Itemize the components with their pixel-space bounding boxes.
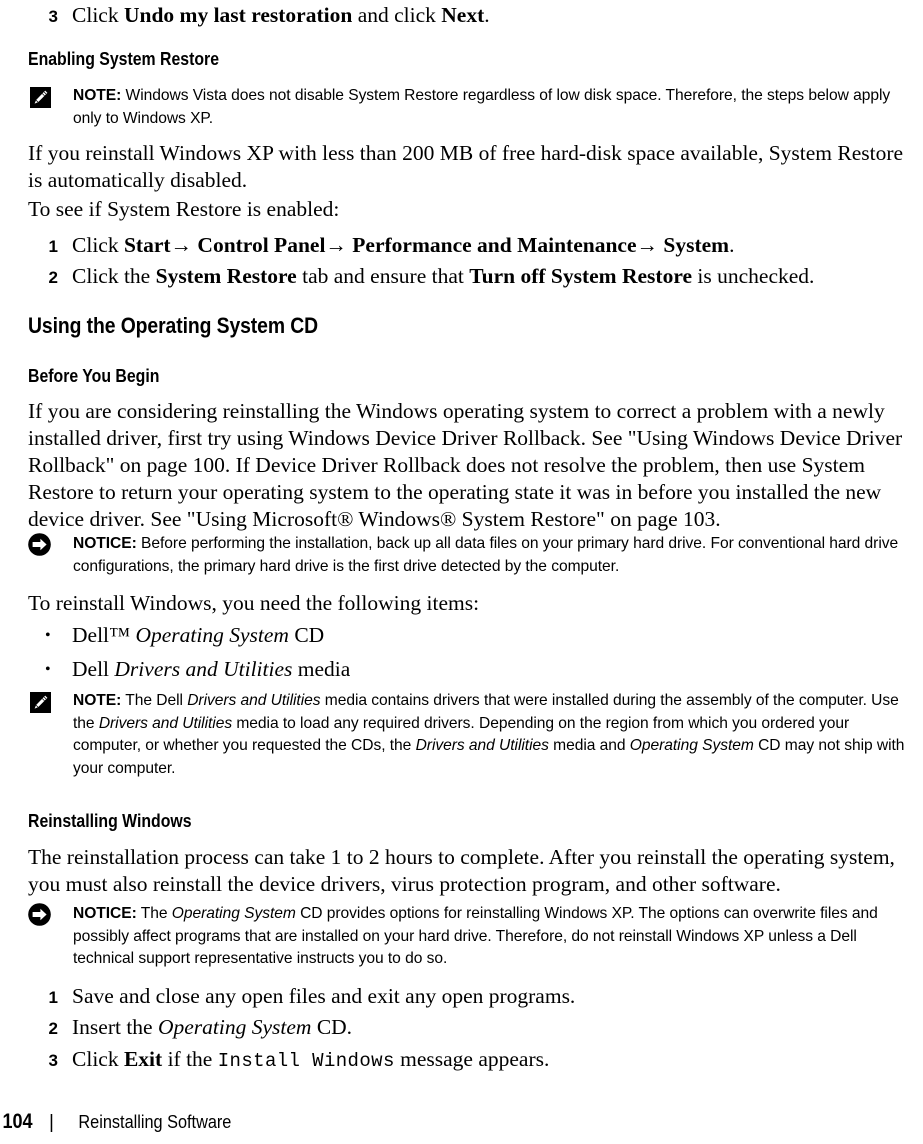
step-text: Insert the Operating System CD.: [72, 1014, 919, 1041]
note-italic-3: Drivers and Utilities: [415, 737, 549, 754]
note-block-vista: NOTE: Windows Vista does not disable Sys…: [28, 85, 921, 130]
footer-separator: |: [49, 1112, 54, 1133]
step-text-mid: if the: [162, 1047, 218, 1071]
bullet-italic-drivers: Drivers and Utilities: [114, 657, 293, 681]
step-text-pre: Click: [72, 1047, 124, 1071]
note-italic-1: Drivers and Utilities: [187, 692, 321, 709]
step-number: 2: [48, 1019, 58, 1038]
step-bold-menu-path: Start→ Control Panel→ Performance and Ma…: [123, 233, 730, 257]
step-text-post: is unchecked.: [692, 264, 815, 288]
step-text-post: CD.: [311, 1015, 353, 1039]
step-click-exit: 3 Click Exit if the Install Windows mess…: [28, 1046, 919, 1075]
footer-section-title: Reinstalling Software: [78, 1111, 232, 1132]
step-text-post: .: [484, 3, 490, 27]
step-text: Click Start→ Control Panel→ Performance …: [72, 232, 919, 259]
step-bold-exit: Exit: [123, 1047, 163, 1071]
paragraph-reinstallation-process: The reinstallation process can take 1 to…: [28, 845, 895, 896]
paragraph-before-you-begin: If you are considering reinstalling the …: [28, 399, 903, 531]
step-text: Click Exit if the Install Windows messag…: [72, 1046, 919, 1075]
bullet-text-pre: Dell™: [72, 623, 136, 647]
paragraph-reinstall-xp: If you reinstall Windows XP with less th…: [28, 141, 904, 192]
bullet-text-post: CD: [288, 623, 325, 647]
step-bold-next: Next: [441, 3, 485, 27]
notice-text: NOTICE: The Operating System CD provides…: [73, 903, 921, 971]
list-item-text: Dell™ Operating System CD: [72, 622, 919, 649]
paragraph-to-reinstall-windows: To reinstall Windows, you need the follo…: [28, 591, 480, 615]
heading-using-operating-system-cd: Using the Operating System CD: [28, 313, 319, 338]
step-bold-turn-off: Turn off System Restore: [469, 264, 693, 288]
note-pencil-icon: [30, 87, 51, 108]
step-text-pre: Click the: [72, 264, 156, 288]
note-italic-4: Operating System: [629, 737, 754, 754]
heading-before-you-begin: Before You Begin: [28, 366, 160, 386]
notice-block-backup: NOTICE: Before performing the installati…: [28, 533, 921, 578]
bullet-text-pre: Dell: [72, 657, 115, 681]
step-undo-my-last-restoration: 3 Click Undo my last restoration and cli…: [28, 2, 919, 29]
step-text: Click the System Restore tab and ensure …: [72, 263, 919, 290]
note-block-drivers: NOTE: The Dell Drivers and Utilities med…: [28, 690, 921, 780]
notice-label: NOTICE:: [73, 905, 137, 922]
note-text-4: media and: [548, 737, 630, 754]
notice-label: NOTICE:: [73, 535, 137, 552]
notice-text: NOTICE: Before performing the installati…: [73, 533, 921, 578]
document-page: 3 Click Undo my last restoration and cli…: [0, 0, 923, 1144]
notice-arrow-icon: [28, 903, 51, 926]
note-label: NOTE:: [73, 87, 122, 104]
note-pencil-icon: [30, 692, 51, 713]
step-text-pre: Click: [72, 233, 124, 257]
notice-italic-1: Operating System: [171, 905, 296, 922]
step-number: 1: [48, 988, 58, 1007]
step-number: 2: [48, 268, 58, 287]
note-italic-2: Drivers and Utilities: [98, 714, 233, 732]
list-item-os-cd: • Dell™ Operating System CD: [28, 622, 919, 649]
step-mono-install-windows: Install Windows: [217, 1050, 395, 1072]
heading-reinstalling-windows: Reinstalling Windows: [28, 811, 192, 831]
bullet-text-post: media: [292, 657, 351, 681]
heading-enabling-system-restore: Enabling System Restore: [28, 49, 220, 69]
step-italic-os: Operating System: [157, 1015, 312, 1039]
step-click-system-restore-tab: 2 Click the System Restore tab and ensur…: [28, 263, 919, 290]
step-text: Click Undo my last restoration and click…: [72, 2, 919, 29]
footer-page-number: 104: [2, 1110, 33, 1133]
notice-block-os-cd: NOTICE: The Operating System CD provides…: [28, 903, 921, 971]
step-text-pre: Insert the: [72, 1015, 158, 1039]
page-footer: 104 | Reinstalling Software: [0, 1110, 242, 1138]
note-body-text: Windows Vista does not disable System Re…: [73, 87, 891, 127]
bullet-italic-os: Operating System: [135, 623, 289, 647]
step-text-mid: and click: [352, 3, 442, 27]
step-text-mid: tab and ensure that: [296, 264, 470, 288]
notice-body-text: Before performing the installation, back…: [73, 535, 899, 575]
list-item-text: Dell Drivers and Utilities media: [72, 656, 919, 683]
note-label: NOTE:: [73, 692, 122, 709]
step-text-post: .: [729, 233, 735, 257]
note-text: NOTE: The Dell Drivers and Utilities med…: [73, 690, 921, 780]
paragraph-to-see-if-enabled: To see if System Restore is enabled:: [28, 197, 340, 221]
step-save-and-close: 1 Save and close any open files and exit…: [28, 983, 919, 1010]
step-text-pre: Click: [72, 3, 124, 27]
step-bold-undo: Undo my last restoration: [123, 3, 353, 27]
note-text-1: The Dell: [121, 692, 188, 709]
step-insert-os-cd: 2 Insert the Operating System CD.: [28, 1014, 919, 1041]
bullet-marker: •: [45, 661, 51, 678]
step-bold-system-restore: System Restore: [155, 264, 297, 288]
step-text: Save and close any open files and exit a…: [72, 984, 576, 1008]
step-number: 3: [48, 1051, 58, 1070]
note-text: NOTE: Windows Vista does not disable Sys…: [73, 85, 921, 130]
step-click-start-path: 1 Click Start→ Control Panel→ Performanc…: [28, 232, 919, 259]
bullet-marker: •: [45, 627, 51, 644]
step-number: 3: [48, 7, 58, 26]
notice-arrow-icon: [28, 533, 51, 556]
step-text-post: message appears.: [394, 1047, 550, 1071]
step-number: 1: [48, 237, 58, 256]
notice-text-1: The: [136, 905, 172, 922]
list-item-drivers-media: • Dell Drivers and Utilities media: [28, 656, 919, 683]
